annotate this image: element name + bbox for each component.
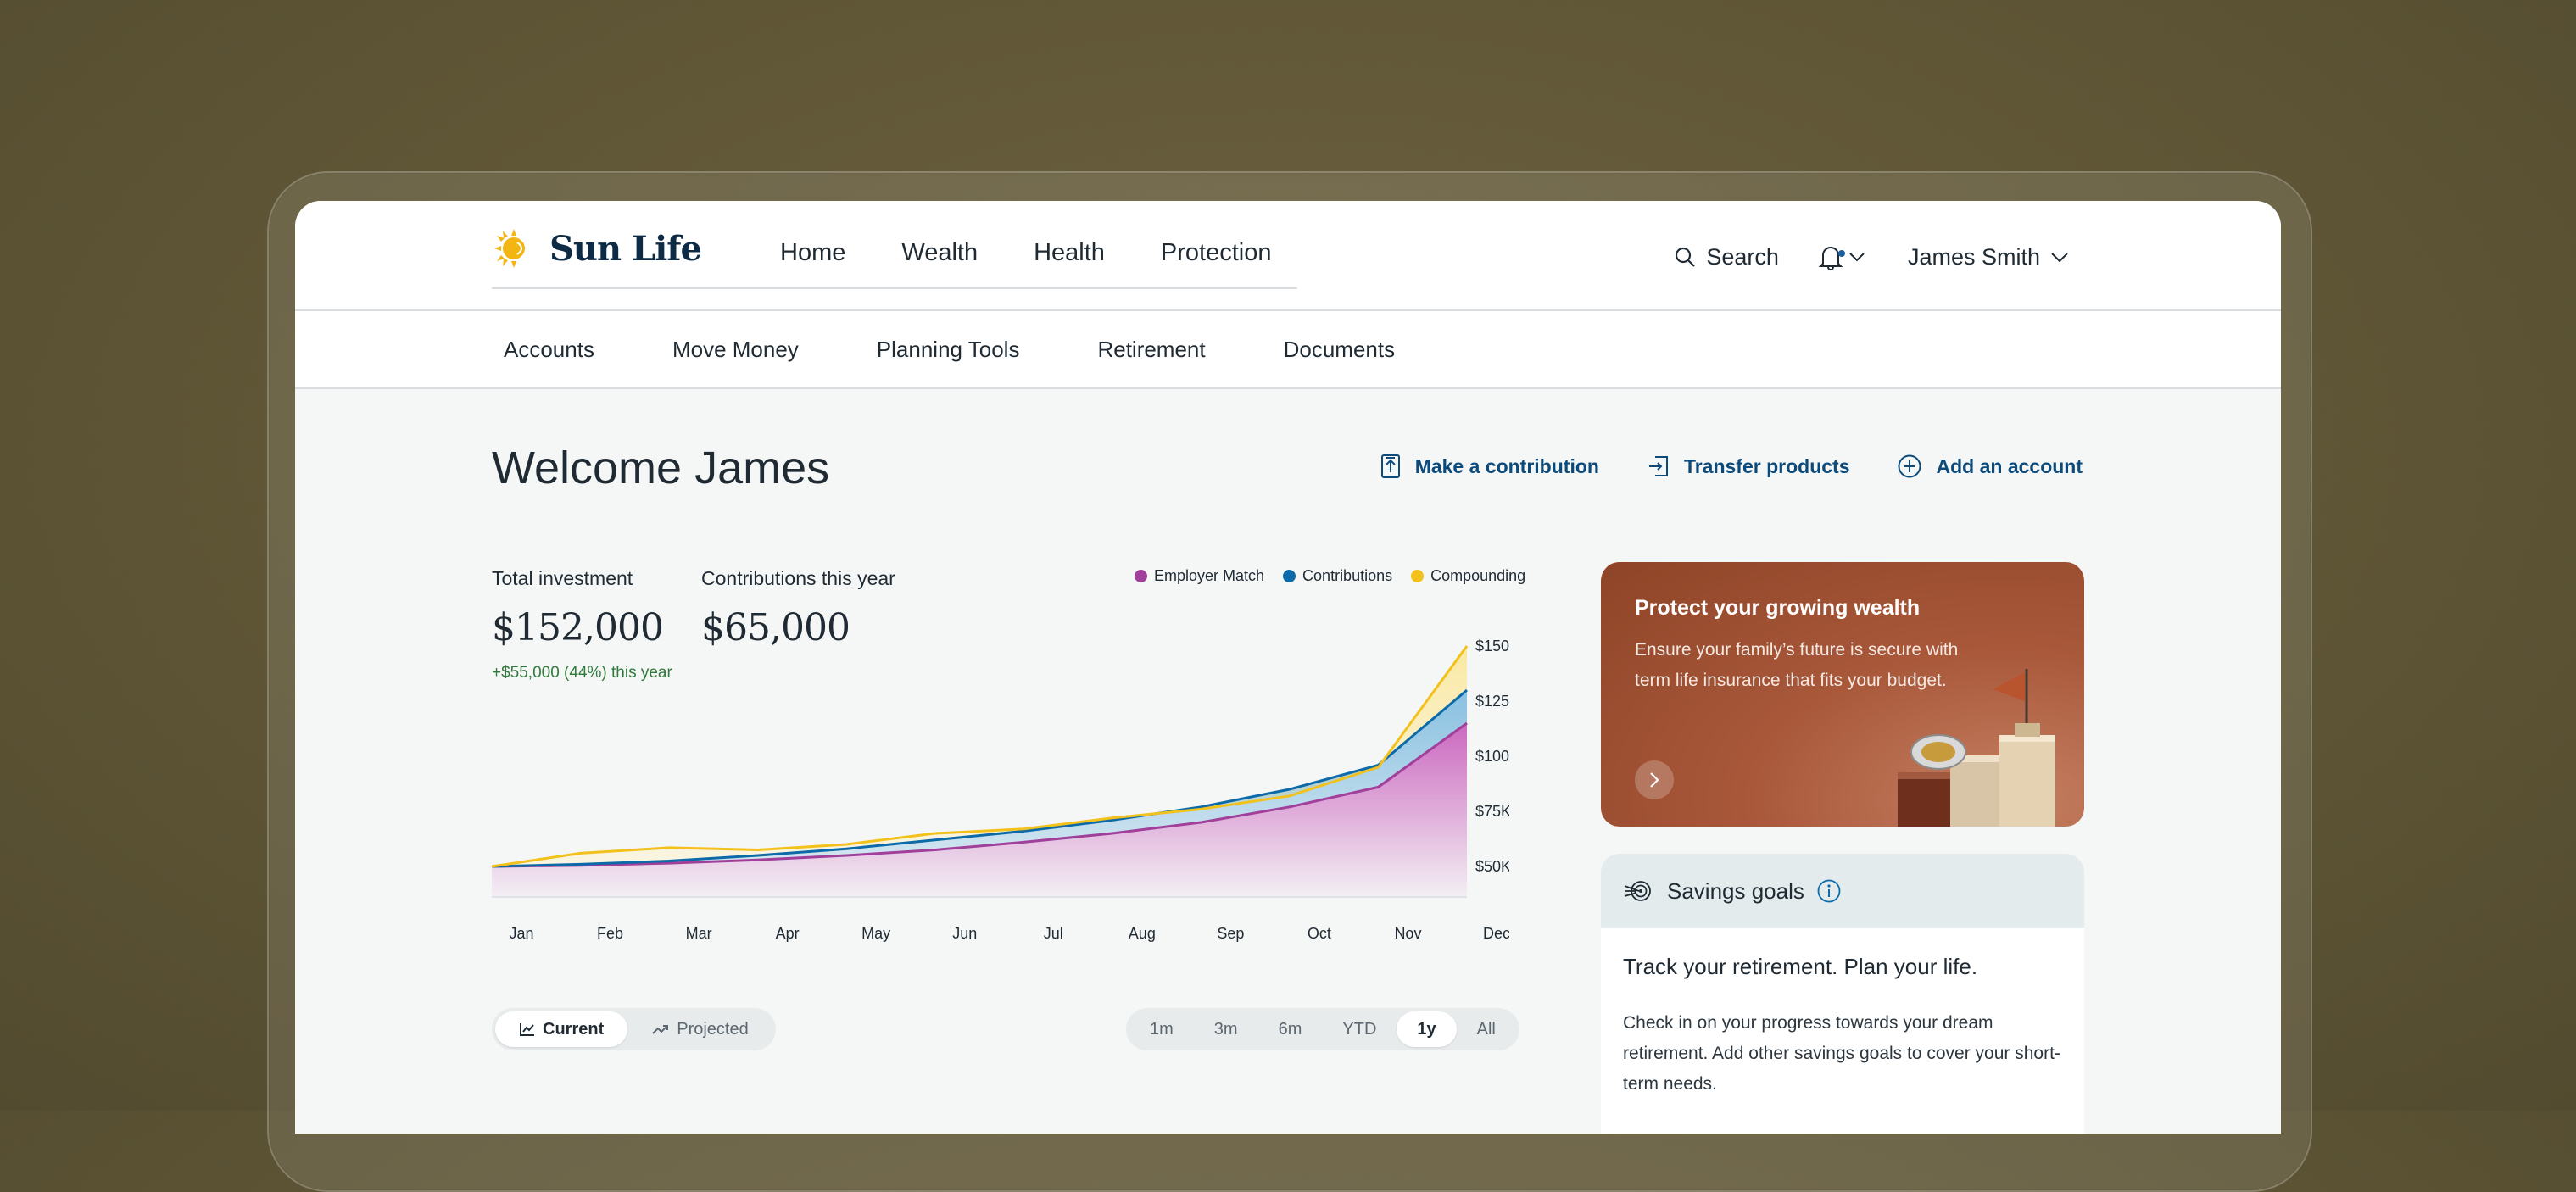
range-1m-button[interactable]: 1m — [1129, 1011, 1194, 1047]
plus-circle-icon — [1898, 454, 1921, 478]
legend-swatch — [1135, 570, 1147, 582]
line-chart-icon — [520, 1023, 534, 1036]
x-tick-label: Dec — [1483, 925, 1509, 942]
y-tick-label: $75K — [1475, 803, 1509, 820]
range-3m-button[interactable]: 3m — [1194, 1011, 1258, 1047]
x-tick-label: Feb — [597, 925, 623, 942]
brand-name: Sun Life — [549, 228, 702, 269]
legend-contributions[interactable]: Contributions — [1283, 567, 1392, 585]
info-icon[interactable] — [1816, 878, 1842, 904]
search-icon — [1676, 247, 1696, 267]
chevron-down-icon — [1849, 253, 1865, 262]
bell-icon — [1818, 247, 1843, 270]
user-menu[interactable]: James Smith — [1908, 244, 2069, 270]
sub-navigation: Accounts Move Money Planning Tools Retir… — [295, 311, 2281, 389]
make-contribution-button[interactable]: Make a contribution — [1380, 454, 1599, 479]
total-investment-label: Total investment — [492, 567, 633, 589]
y-tick-label: $100K — [1475, 748, 1509, 765]
nav-health[interactable]: Health — [1034, 228, 1105, 277]
make-contribution-label: Make a contribution — [1414, 454, 1599, 477]
time-range-toggle: 1m 3m 6m YTD 1y All — [1126, 1008, 1519, 1050]
search-button[interactable]: Search — [1674, 244, 1779, 270]
upload-icon — [1380, 454, 1400, 478]
y-tick-label: $150K — [1475, 638, 1509, 654]
chart-legend: Employer Match Contributions Compounding — [1135, 567, 1525, 585]
nav-wealth[interactable]: Wealth — [891, 228, 988, 328]
view-projected-label: Projected — [677, 1020, 749, 1039]
subnav-accounts[interactable]: Accounts — [504, 337, 594, 363]
savings-goals-card: Savings goals Track your retirement. Pla… — [1601, 854, 2084, 1134]
range-6m-button[interactable]: 6m — [1258, 1011, 1323, 1047]
legend-compounding[interactable]: Compounding — [1411, 567, 1525, 585]
sun-logo-icon — [494, 229, 527, 268]
y-tick-label: $125K — [1475, 693, 1509, 710]
promo-card[interactable]: Protect your growing wealth Ensure your … — [1601, 562, 2084, 827]
investment-chart: $50K $75K $100K $125K $150K Jan Feb Mar Apr May J… — [491, 638, 1509, 942]
nav-protection[interactable]: Protection — [1161, 228, 1272, 277]
area-employer-match — [492, 723, 1467, 896]
view-current-button[interactable]: Current — [495, 1011, 628, 1047]
contributions-label: Contributions this year — [701, 567, 895, 589]
chevron-right-icon — [1650, 772, 1659, 788]
transfer-products-label: Transfer products — [1683, 454, 1850, 477]
promo-next-button[interactable] — [1635, 760, 1674, 799]
view-toggle: Current Projected — [492, 1008, 776, 1050]
view-current-label: Current — [543, 1020, 605, 1039]
target-icon — [1624, 881, 1651, 901]
trend-up-icon — [652, 1025, 669, 1034]
legend-label: Compounding — [1430, 567, 1526, 584]
transfer-products-button[interactable]: Transfer products — [1647, 454, 1850, 478]
user-name: James Smith — [1907, 243, 2040, 270]
legend-label: Employer Match — [1154, 567, 1265, 584]
subnav-documents[interactable]: Documents — [1284, 337, 1396, 363]
nav-home[interactable]: Home — [780, 228, 845, 277]
header-utilities: Search James Smith — [1674, 233, 2069, 281]
notification-dot — [1837, 250, 1845, 257]
y-tick-label: $50K — [1475, 858, 1509, 875]
add-account-button[interactable]: Add an account — [1897, 454, 2083, 479]
subnav-retirement[interactable]: Retirement — [1097, 337, 1205, 363]
notifications-button[interactable] — [1818, 243, 1865, 270]
x-tick-label: Oct — [1308, 925, 1331, 942]
add-account-label: Add an account — [1936, 454, 2083, 477]
savings-goals-heading: Track your retirement. Plan your life. — [1623, 954, 1978, 979]
nav-divider — [492, 287, 1297, 289]
savings-goals-title: Savings goals — [1667, 877, 1804, 904]
legend-swatch — [1411, 570, 1425, 582]
subnav-planning-tools[interactable]: Planning Tools — [877, 337, 1020, 363]
legend-label: Contributions — [1302, 567, 1393, 584]
page-title: Welcome James — [492, 443, 830, 493]
x-tick-label: Apr — [776, 925, 800, 942]
podium-illustration-icon — [1898, 669, 2055, 827]
view-projected-button[interactable]: Projected — [627, 1011, 772, 1047]
x-tick-label: Mar — [686, 925, 712, 942]
legend-employer-match[interactable]: Employer Match — [1135, 567, 1264, 585]
quick-actions: Make a contribution Transfer products Ad… — [1332, 454, 2083, 479]
savings-goals-body: Check in on your progress towards your d… — [1623, 1013, 2060, 1094]
x-tick-label: Sep — [1217, 925, 1244, 942]
main-nav: Home Wealth Health Protection — [780, 228, 1328, 328]
range-1y-button[interactable]: 1y — [1397, 1011, 1457, 1047]
x-tick-label: Jul — [1044, 925, 1063, 942]
x-tick-label: Jun — [952, 925, 977, 942]
app-window: Sun Life Home Wealth Health Protection S… — [295, 201, 2281, 1134]
chevron-down-icon — [2051, 253, 2068, 263]
brand-logo[interactable]: Sun Life — [492, 223, 702, 274]
x-tick-label: Nov — [1394, 925, 1421, 942]
x-tick-label: Aug — [1129, 925, 1156, 942]
promo-title: Protect your growing wealth — [1635, 596, 1921, 620]
transfer-icon — [1648, 456, 1668, 476]
search-label: Search — [1706, 243, 1779, 270]
range-ytd-button[interactable]: YTD — [1322, 1011, 1397, 1047]
x-tick-label: May — [861, 925, 890, 942]
x-tick-label: Jan — [509, 925, 533, 942]
savings-goals-header: Savings goals — [1601, 854, 2084, 928]
range-all-button[interactable]: All — [1457, 1011, 1516, 1047]
top-navigation: Sun Life Home Wealth Health Protection S… — [295, 201, 2281, 328]
subnav-move-money[interactable]: Move Money — [672, 337, 799, 363]
legend-swatch — [1283, 570, 1296, 582]
